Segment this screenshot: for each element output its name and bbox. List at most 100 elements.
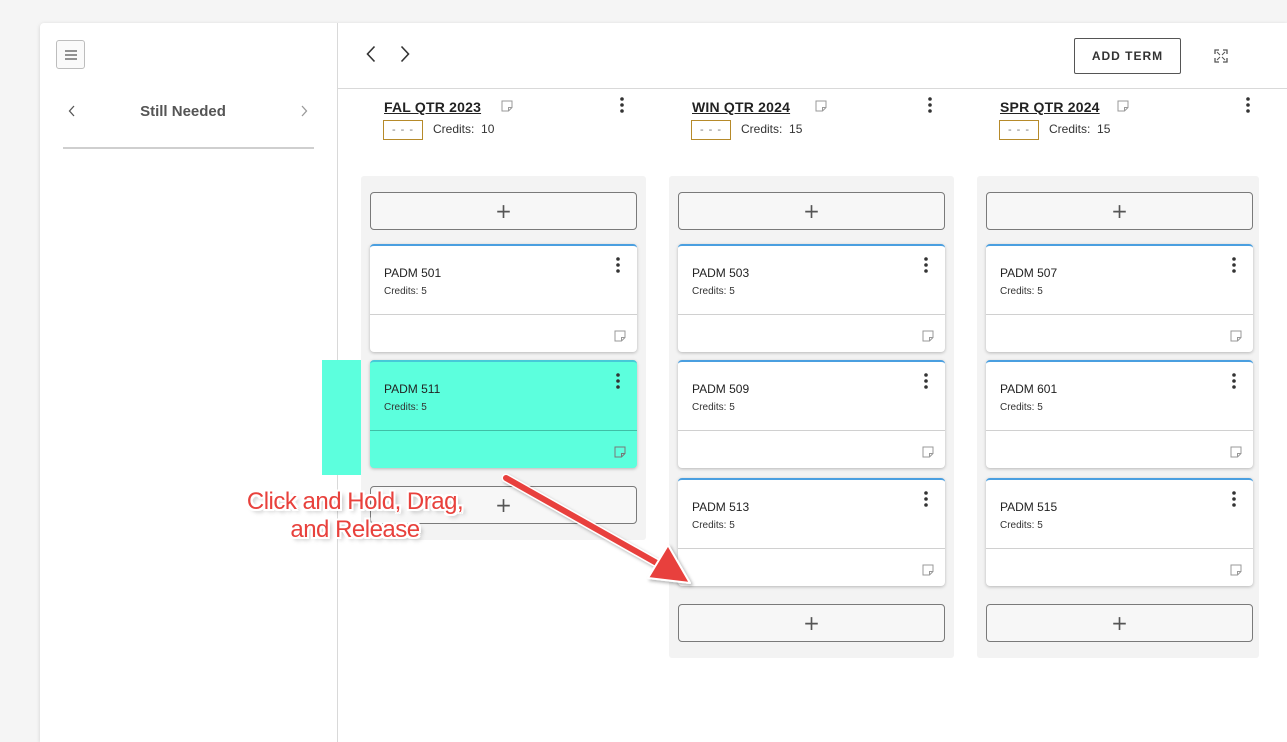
course-card[interactable]: PADM 507 Credits: 5 (986, 244, 1253, 352)
term-header: SPR QTR 2024 - - - Credits: 15 (977, 94, 1260, 154)
menu-button[interactable] (56, 40, 85, 69)
card-divider (986, 430, 1253, 431)
course-code: PADM 501 (384, 266, 442, 280)
course-credits: Credits: 5 (692, 520, 735, 531)
add-term-button[interactable]: ADD TERM (1074, 38, 1181, 74)
term-course-list: + PADM 503 Credits: 5 PADM 509 Credits: … (669, 176, 954, 658)
term-status-box[interactable]: - - - (691, 120, 731, 140)
course-code: PADM 513 (692, 500, 750, 514)
term-name[interactable]: WIN QTR 2024 (692, 99, 790, 115)
note-icon[interactable] (1230, 446, 1242, 458)
expand-icon[interactable] (1214, 49, 1228, 63)
course-card[interactable]: PADM 509 Credits: 5 (678, 360, 945, 468)
note-icon[interactable] (922, 446, 934, 458)
course-card[interactable]: PADM 601 Credits: 5 (986, 360, 1253, 468)
term-course-list: + PADM 501 Credits: 5 PADM 511 Credits: … (361, 176, 646, 540)
course-card[interactable]: PADM 501 Credits: 5 (370, 244, 637, 352)
previous-terms-button[interactable] (360, 41, 382, 67)
annotation-line-2: and Release (290, 516, 420, 543)
course-card[interactable]: PADM 503 Credits: 5 (678, 244, 945, 352)
note-icon[interactable] (815, 100, 827, 112)
note-icon[interactable] (1230, 564, 1242, 576)
add-course-button[interactable]: + (986, 192, 1253, 230)
kebab-icon (616, 373, 620, 389)
credits-value: 15 (789, 122, 803, 136)
term-column-fal-qtr-2023: FAL QTR 2023 - - - Credits: 10 + PADM 50… (361, 94, 646, 540)
term-more-button[interactable] (1240, 94, 1256, 116)
term-status-box[interactable]: - - - (999, 120, 1039, 140)
term-name[interactable]: SPR QTR 2024 (1000, 99, 1100, 115)
course-card[interactable]: PADM 513 Credits: 5 (678, 478, 945, 586)
course-more-button[interactable] (1227, 370, 1241, 392)
still-needed-header: Still Needed (62, 99, 314, 123)
kebab-icon (616, 257, 620, 273)
kebab-icon (1232, 257, 1236, 273)
note-icon[interactable] (922, 564, 934, 576)
course-more-button[interactable] (919, 370, 933, 392)
term-credits: Credits: 15 (741, 122, 802, 136)
kebab-icon (924, 491, 928, 507)
course-credits: Credits: 5 (1000, 402, 1043, 413)
kebab-icon (924, 373, 928, 389)
credits-label: Credits: (741, 122, 783, 136)
term-column-spr-qtr-2024: SPR QTR 2024 - - - Credits: 15 + PADM 50… (977, 94, 1260, 658)
term-header: FAL QTR 2023 - - - Credits: 10 (361, 94, 644, 154)
kebab-icon (620, 97, 624, 113)
card-divider (986, 548, 1253, 549)
note-icon[interactable] (1117, 100, 1129, 112)
course-code: PADM 515 (1000, 500, 1058, 514)
course-more-button[interactable] (919, 488, 933, 510)
term-more-button[interactable] (922, 94, 938, 116)
still-needed-next-button[interactable] (294, 101, 314, 121)
add-course-button[interactable]: + (370, 192, 637, 230)
course-more-button[interactable] (1227, 488, 1241, 510)
course-more-button[interactable] (611, 370, 625, 392)
course-code: PADM 507 (1000, 266, 1058, 280)
card-divider (678, 548, 945, 549)
kebab-icon (1246, 97, 1250, 113)
card-divider (370, 314, 637, 315)
note-icon[interactable] (1230, 330, 1242, 342)
term-more-button[interactable] (614, 94, 630, 116)
course-credits: Credits: 5 (1000, 520, 1043, 531)
card-divider (986, 314, 1253, 315)
planner-toolbar: ADD TERM (338, 23, 1287, 89)
kebab-icon (928, 97, 932, 113)
note-icon[interactable] (501, 100, 513, 112)
term-column-win-qtr-2024: WIN QTR 2024 - - - Credits: 15 + PADM 50… (669, 94, 954, 658)
next-terms-button[interactable] (394, 41, 416, 67)
card-divider (370, 430, 637, 431)
course-credits: Credits: 5 (384, 402, 427, 413)
hamburger-icon (64, 49, 77, 60)
credits-value: 15 (1097, 122, 1111, 136)
chevron-right-icon (400, 45, 410, 63)
add-course-button[interactable]: + (678, 192, 945, 230)
course-more-button[interactable] (919, 254, 933, 276)
course-code: PADM 503 (692, 266, 750, 280)
instruction-annotation: Click and Hold, Drag, and Release (163, 488, 547, 544)
course-more-button[interactable] (611, 254, 625, 276)
kebab-icon (1232, 373, 1236, 389)
card-divider (678, 314, 945, 315)
add-course-button-bottom[interactable]: + (678, 604, 945, 642)
chevron-left-icon (366, 45, 376, 63)
still-needed-prev-button[interactable] (62, 101, 82, 121)
note-icon[interactable] (614, 330, 626, 342)
credits-label: Credits: (433, 122, 475, 136)
add-course-button-bottom[interactable]: + (986, 604, 1253, 642)
still-needed-divider (63, 147, 314, 149)
term-header: WIN QTR 2024 - - - Credits: 15 (669, 94, 952, 154)
course-more-button[interactable] (1227, 254, 1241, 276)
term-status-box[interactable]: - - - (383, 120, 423, 140)
course-code: PADM 509 (692, 382, 750, 396)
credits-label: Credits: (1049, 122, 1091, 136)
course-card[interactable]: PADM 515 Credits: 5 (986, 478, 1253, 586)
note-icon[interactable] (922, 330, 934, 342)
note-icon[interactable] (614, 446, 626, 458)
chevron-right-icon (301, 105, 308, 117)
kebab-icon (924, 257, 928, 273)
term-name[interactable]: FAL QTR 2023 (384, 99, 481, 115)
term-credits: Credits: 10 (433, 122, 494, 136)
course-card-dragging[interactable]: PADM 511 Credits: 5 (370, 360, 637, 468)
course-credits: Credits: 5 (1000, 286, 1043, 297)
